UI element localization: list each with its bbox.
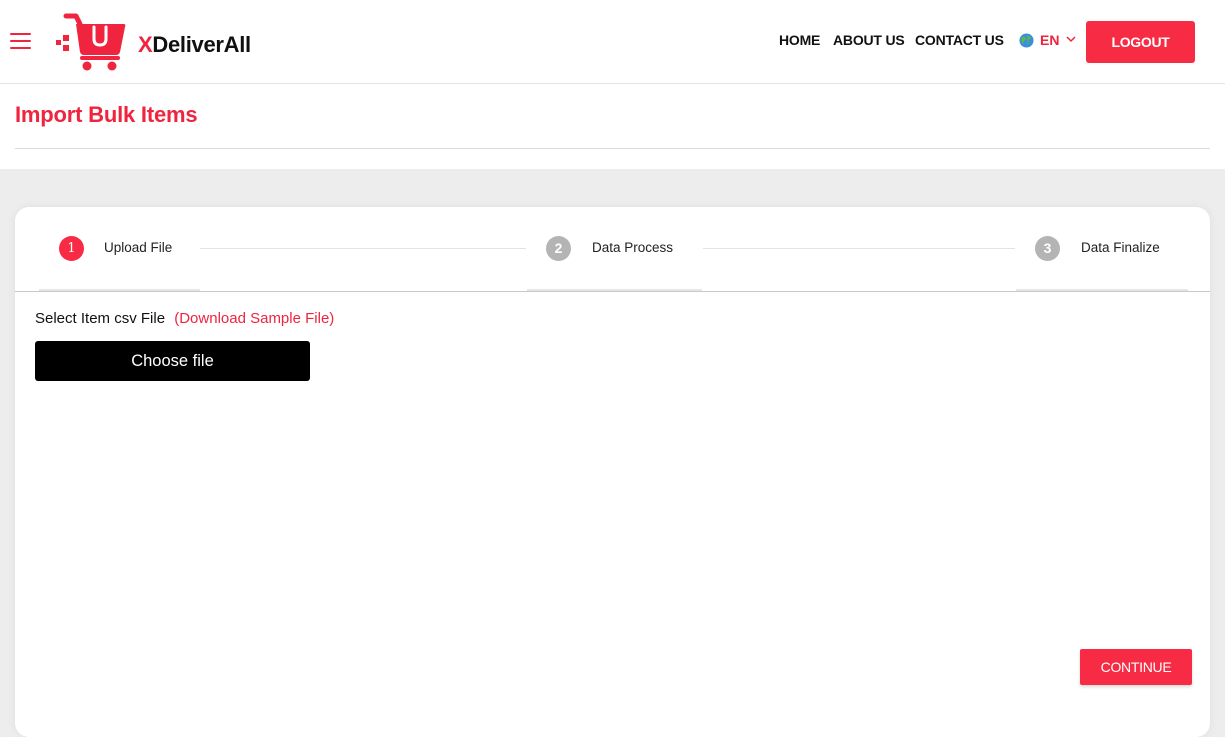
nav-contact-us-link[interactable]: CONTACT US <box>915 32 1004 48</box>
globe-icon <box>1019 33 1034 48</box>
step-number-2: 2 <box>546 236 571 261</box>
page-title-section: Import Bulk Items <box>0 84 1225 169</box>
step-connector-1 <box>200 248 526 249</box>
title-divider <box>15 148 1210 149</box>
choose-file-button[interactable]: Choose file <box>35 341 310 381</box>
page-title: Import Bulk Items <box>15 102 198 127</box>
nav-home-link[interactable]: HOME <box>779 32 820 48</box>
import-stepper: 1 Upload File 2 Data Process 3 Data Fina… <box>15 207 1210 292</box>
import-card: 1 Upload File 2 Data Process 3 Data Fina… <box>15 207 1210 737</box>
step-underline-2 <box>527 289 702 291</box>
brand-name: XDeliverAll <box>138 32 251 57</box>
step-label-upload-file: Upload File <box>104 240 173 255</box>
step-connector-2 <box>703 248 1015 249</box>
download-sample-file-link[interactable]: (Download Sample File) <box>174 310 334 327</box>
step-number-3: 3 <box>1035 236 1060 261</box>
brand-logo[interactable]: XDeliverAll <box>54 12 259 72</box>
continue-button[interactable]: CONTINUE <box>1080 649 1192 685</box>
step-label-data-process: Data Process <box>592 240 674 255</box>
nav-about-us-link[interactable]: ABOUT US <box>833 32 905 48</box>
step-label-data-finalize: Data Finalize <box>1081 240 1160 255</box>
chevron-down-icon <box>1066 36 1076 43</box>
hamburger-menu-icon[interactable] <box>10 33 31 49</box>
step-number-1: 1 <box>59 236 84 261</box>
top-header: XDeliverAll HOME ABOUT US CONTACT US EN … <box>0 0 1225 84</box>
step-underline-3 <box>1016 289 1188 291</box>
csv-file-label: Select Item csv File (Download Sample Fi… <box>35 310 335 327</box>
shopping-cart-logo-icon <box>56 13 126 71</box>
logout-button[interactable]: LOGOUT <box>1086 21 1195 63</box>
language-code: EN <box>1040 32 1060 48</box>
step-underline-1 <box>39 289 200 291</box>
